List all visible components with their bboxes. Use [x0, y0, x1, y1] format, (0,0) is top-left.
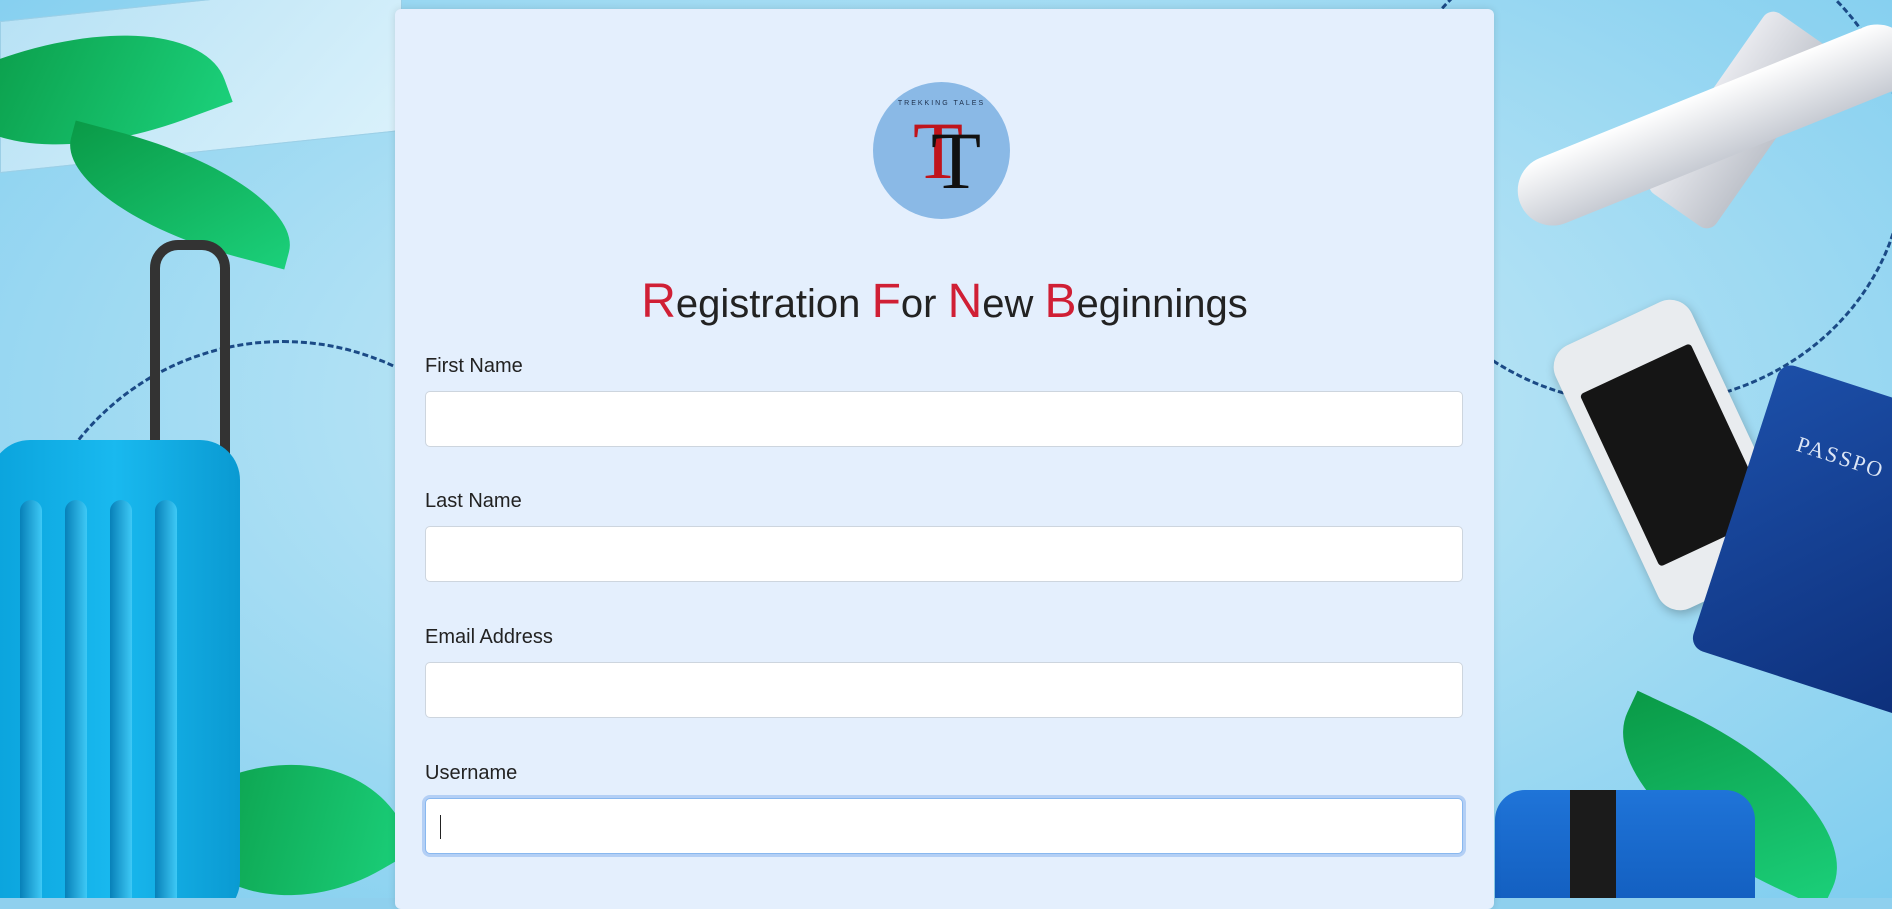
bag-strap-decoration [1570, 790, 1616, 898]
last-name-label: Last Name [425, 490, 522, 512]
username-label: Username [425, 762, 518, 784]
text-caret [440, 815, 441, 839]
first-name-label: First Name [425, 355, 523, 377]
username-input[interactable] [425, 798, 1463, 854]
trekking-tales-logo: TREKKING TALES T T [873, 82, 1010, 219]
last-name-input[interactable] [425, 526, 1463, 582]
page-title: Registration For New Beginnings [641, 275, 1248, 328]
bag-decoration [1495, 790, 1755, 898]
logo-letter-black: T [931, 115, 982, 206]
registration-card: TREKKING TALES T T Registration For New … [395, 9, 1494, 909]
suitcase-decoration [0, 440, 240, 898]
email-input[interactable] [425, 662, 1463, 718]
email-label: Email Address [425, 626, 553, 648]
first-name-input[interactable] [425, 391, 1463, 447]
